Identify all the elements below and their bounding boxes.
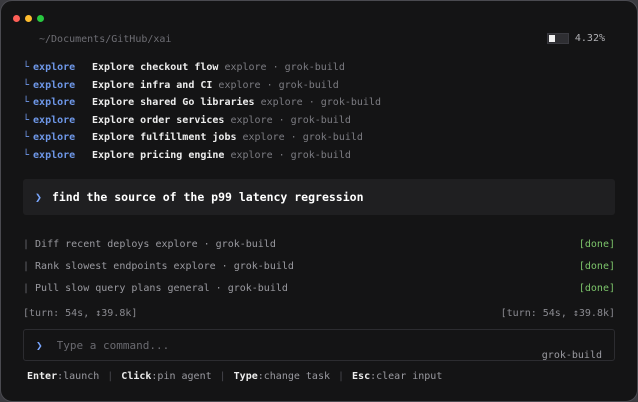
task-label: Diff recent deploys explore · grok-build xyxy=(35,238,276,250)
task-label: Pull slow query plans general · grok-bui… xyxy=(35,282,288,294)
hint-action: :change task xyxy=(257,371,330,382)
task-status: [done] xyxy=(578,260,615,272)
agent-meta: explore · grok-build xyxy=(260,97,381,109)
hint-key: Click xyxy=(121,371,152,382)
hint-action: :pin agent xyxy=(151,371,212,382)
hint-key: Enter xyxy=(27,371,58,382)
agent-meta: explore · grok-build xyxy=(242,132,363,144)
agent-kind: explore xyxy=(33,97,76,109)
submitted-prompt: ❯ find the source of the p99 latency reg… xyxy=(23,179,615,215)
turn-stats-right: [turn: 54s, ↕39.8k] xyxy=(500,308,615,319)
vertical-bar-icon: | xyxy=(23,260,30,272)
agent-kind: explore xyxy=(33,79,76,91)
model-label: grok-build xyxy=(541,350,602,361)
task-row: | Diff recent deploys explore · grok-buil… xyxy=(23,233,615,255)
hint-action: :clear input xyxy=(370,371,443,382)
agent-row[interactable]: └ explore Explore pricing engine explore … xyxy=(23,147,615,165)
agent-meta: explore · grok-build xyxy=(230,149,351,161)
keyboard-hints: Enter:launch | Click:pin agent | Type:ch… xyxy=(27,371,442,382)
minimize-window-button[interactable] xyxy=(25,15,32,22)
hint-divider: | xyxy=(338,371,345,382)
task-row: | Rank slowest endpoints explore · grok-b… xyxy=(23,255,615,277)
agent-task: Explore order services xyxy=(92,114,225,126)
hint-esc: Esc:clear input xyxy=(352,371,442,382)
agent-meta: explore · grok-build xyxy=(230,114,351,126)
agent-row[interactable]: └ explore Explore infra and CI explore · … xyxy=(23,77,615,95)
agent-meta: explore · grok-build xyxy=(224,62,345,74)
chevron-right-icon: ❯ xyxy=(36,338,43,352)
agent-task: Explore infra and CI xyxy=(92,79,213,91)
task-list: | Diff recent deploys explore · grok-buil… xyxy=(23,233,615,299)
task-label: Rank slowest endpoints explore · grok-bu… xyxy=(35,260,294,272)
agent-row[interactable]: └ explore Explore shared Go libraries exp… xyxy=(23,94,615,112)
turn-stats-left: [turn: 54s, ↕39.8k] xyxy=(23,308,138,319)
agent-meta: explore · grok-build xyxy=(218,79,339,91)
task-status: [done] xyxy=(578,282,615,294)
hint-click: Click:pin agent xyxy=(121,371,211,382)
agent-task: Explore pricing engine xyxy=(92,149,225,161)
command-input[interactable] xyxy=(54,337,359,353)
hint-action: :launch xyxy=(57,371,100,382)
corner-arrow-icon: └ xyxy=(23,97,30,109)
corner-arrow-icon: └ xyxy=(23,62,30,74)
hint-type: Type:change task xyxy=(234,371,330,382)
corner-arrow-icon: └ xyxy=(23,132,30,144)
hint-divider: | xyxy=(107,371,114,382)
corner-arrow-icon: └ xyxy=(23,114,30,126)
chevron-right-icon: ❯ xyxy=(35,190,42,204)
agent-task: Explore checkout flow xyxy=(92,62,219,74)
terminal-window: ~/Documents/GitHub/xai 4.32% └ explore Ex… xyxy=(0,0,638,402)
vertical-bar-icon: | xyxy=(23,238,30,250)
agent-task: Explore shared Go libraries xyxy=(92,97,255,109)
task-row: | Pull slow query plans general · grok-bu… xyxy=(23,277,615,299)
agent-row[interactable]: └ explore Explore checkout flow explore ·… xyxy=(23,59,615,77)
working-directory: ~/Documents/GitHub/xai xyxy=(39,34,172,45)
usage-percent: 4.32% xyxy=(574,33,605,44)
hint-enter: Enter:launch xyxy=(27,371,99,382)
close-window-button[interactable] xyxy=(13,15,20,22)
agent-row[interactable]: └ explore Explore order services explore … xyxy=(23,112,615,130)
maximize-window-button[interactable] xyxy=(37,15,44,22)
task-status: [done] xyxy=(578,238,615,250)
usage-bar-fill xyxy=(548,35,555,42)
vertical-bar-icon: | xyxy=(23,282,30,294)
context-usage: 4.32% xyxy=(546,33,605,44)
command-input-box[interactable]: ❯ grok-build xyxy=(23,329,615,361)
agent-task: Explore fulfillment jobs xyxy=(92,132,237,144)
prompt-text: find the source of the p99 latency regre… xyxy=(51,190,364,204)
hint-key: Type xyxy=(233,371,258,382)
agent-row[interactable]: └ explore Explore fulfillment jobs explor… xyxy=(23,129,615,147)
corner-arrow-icon: └ xyxy=(23,149,30,161)
window-controls xyxy=(13,15,44,22)
agent-kind: explore xyxy=(33,149,76,161)
corner-arrow-icon: └ xyxy=(23,79,30,91)
agent-list: └ explore Explore checkout flow explore ·… xyxy=(23,59,615,164)
usage-bar xyxy=(546,33,569,44)
agent-kind: explore xyxy=(33,62,76,74)
hint-divider: | xyxy=(219,371,226,382)
agent-kind: explore xyxy=(33,132,76,144)
agent-kind: explore xyxy=(33,114,76,126)
hint-key: Esc xyxy=(352,371,371,382)
